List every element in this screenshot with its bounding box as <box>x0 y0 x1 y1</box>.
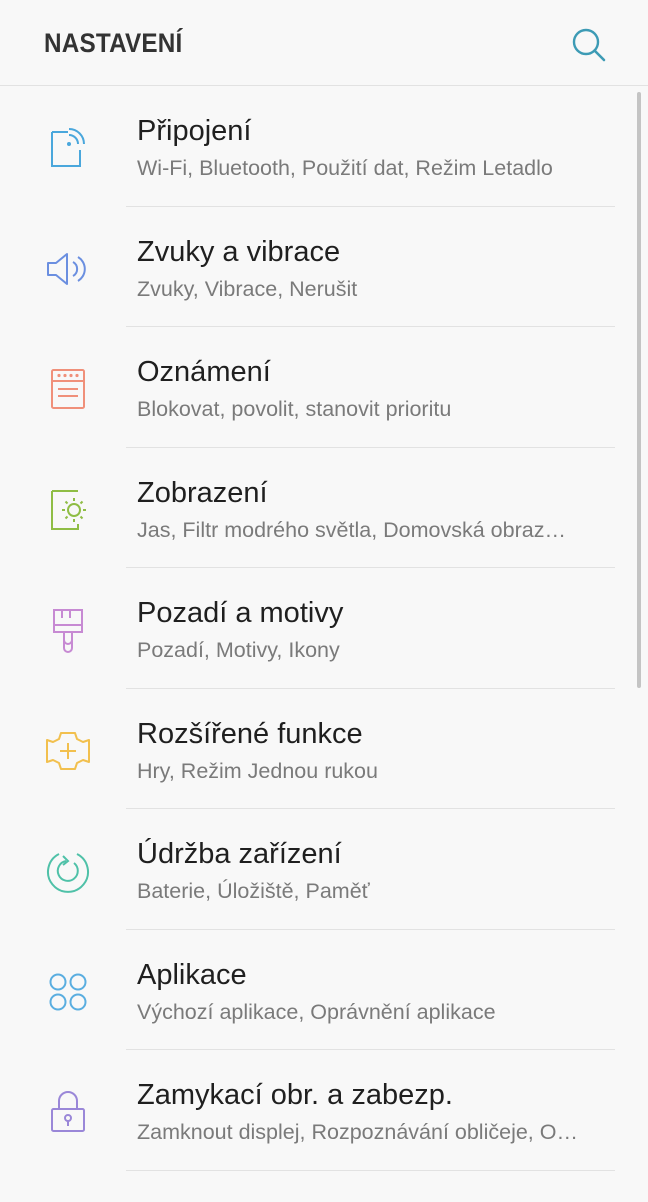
settings-item-title: Zamykací obr. a zabezp. <box>137 1079 453 1111</box>
settings-item-title: Připojení <box>137 115 252 147</box>
settings-item-subtitle: Wi-Fi, Bluetooth, Použití dat, Režim Let… <box>137 156 553 180</box>
settings-item-lock-screen-security[interactable]: Zamykací obr. a zabezp. Zamknout displej… <box>0 1050 648 1171</box>
settings-item-subtitle: Výchozí aplikace, Oprávnění aplikace <box>137 999 496 1024</box>
settings-item-device-maintenance[interactable]: Údržba zařízení Baterie, Úložiště, Paměť <box>0 809 648 930</box>
device-care-icon <box>44 847 92 895</box>
settings-item-subtitle: Zvuky, Vibrace, Nerušit <box>137 276 358 301</box>
connections-icon <box>44 124 92 172</box>
settings-item-subtitle: Zamknout displej, Rozpoznávání obličeje,… <box>137 1120 578 1144</box>
paintbrush-icon <box>44 606 92 654</box>
search-icon <box>572 28 606 62</box>
settings-item-title: Zvuky a vibrace <box>137 235 341 268</box>
settings-list: Připojení Wi-Fi, Bluetooth, Použití dat,… <box>0 86 648 1171</box>
lock-icon <box>44 1088 92 1136</box>
settings-item-title: Pozadí a motivy <box>137 597 344 629</box>
settings-screen: NASTAVENÍ Připojení Wi-Fi, Bluetooth, Po… <box>0 0 648 1202</box>
settings-item-title: Aplikace <box>137 958 247 991</box>
settings-item-title: Oznámení <box>137 356 271 388</box>
settings-item-wallpapers[interactable]: Pozadí a motivy Pozadí, Motivy, Ikony <box>0 568 648 689</box>
notifications-icon <box>44 365 92 413</box>
settings-item-subtitle: Hry, Režim Jednou rukou <box>137 758 378 783</box>
search-button[interactable] <box>566 22 612 68</box>
scrollbar[interactable] <box>637 92 641 688</box>
settings-item-display[interactable]: Zobrazení Jas, Filtr modrého světla, Dom… <box>0 448 648 568</box>
settings-item-subtitle: Baterie, Úložiště, Paměť <box>137 879 370 903</box>
display-icon <box>44 486 92 534</box>
settings-item-advanced-features[interactable]: Rozšířené funkce Hry, Režim Jednou rukou <box>0 689 648 809</box>
app-bar: NASTAVENÍ <box>0 0 648 86</box>
settings-item-apps[interactable]: Aplikace Výchozí aplikace, Oprávnění apl… <box>0 930 648 1050</box>
page-title: NASTAVENÍ <box>44 28 183 58</box>
speaker-icon <box>44 245 92 293</box>
gear-plus-icon <box>44 727 92 775</box>
divider <box>126 1169 615 1171</box>
settings-item-title: Údržba zařízení <box>137 838 342 870</box>
apps-icon <box>44 968 92 1016</box>
settings-item-subtitle: Blokovat, povolit, stanovit prioritu <box>137 397 452 421</box>
settings-item-subtitle: Jas, Filtr modrého světla, Domovská obra… <box>137 517 566 542</box>
settings-item-sounds[interactable]: Zvuky a vibrace Zvuky, Vibrace, Nerušit <box>0 207 648 327</box>
settings-item-subtitle: Pozadí, Motivy, Ikony <box>137 638 340 662</box>
settings-item-title: Zobrazení <box>137 476 268 509</box>
settings-item-notifications[interactable]: Oznámení Blokovat, povolit, stanovit pri… <box>0 327 648 448</box>
settings-item-connections[interactable]: Připojení Wi-Fi, Bluetooth, Použití dat,… <box>0 86 648 207</box>
settings-item-title: Rozšířené funkce <box>137 717 363 750</box>
